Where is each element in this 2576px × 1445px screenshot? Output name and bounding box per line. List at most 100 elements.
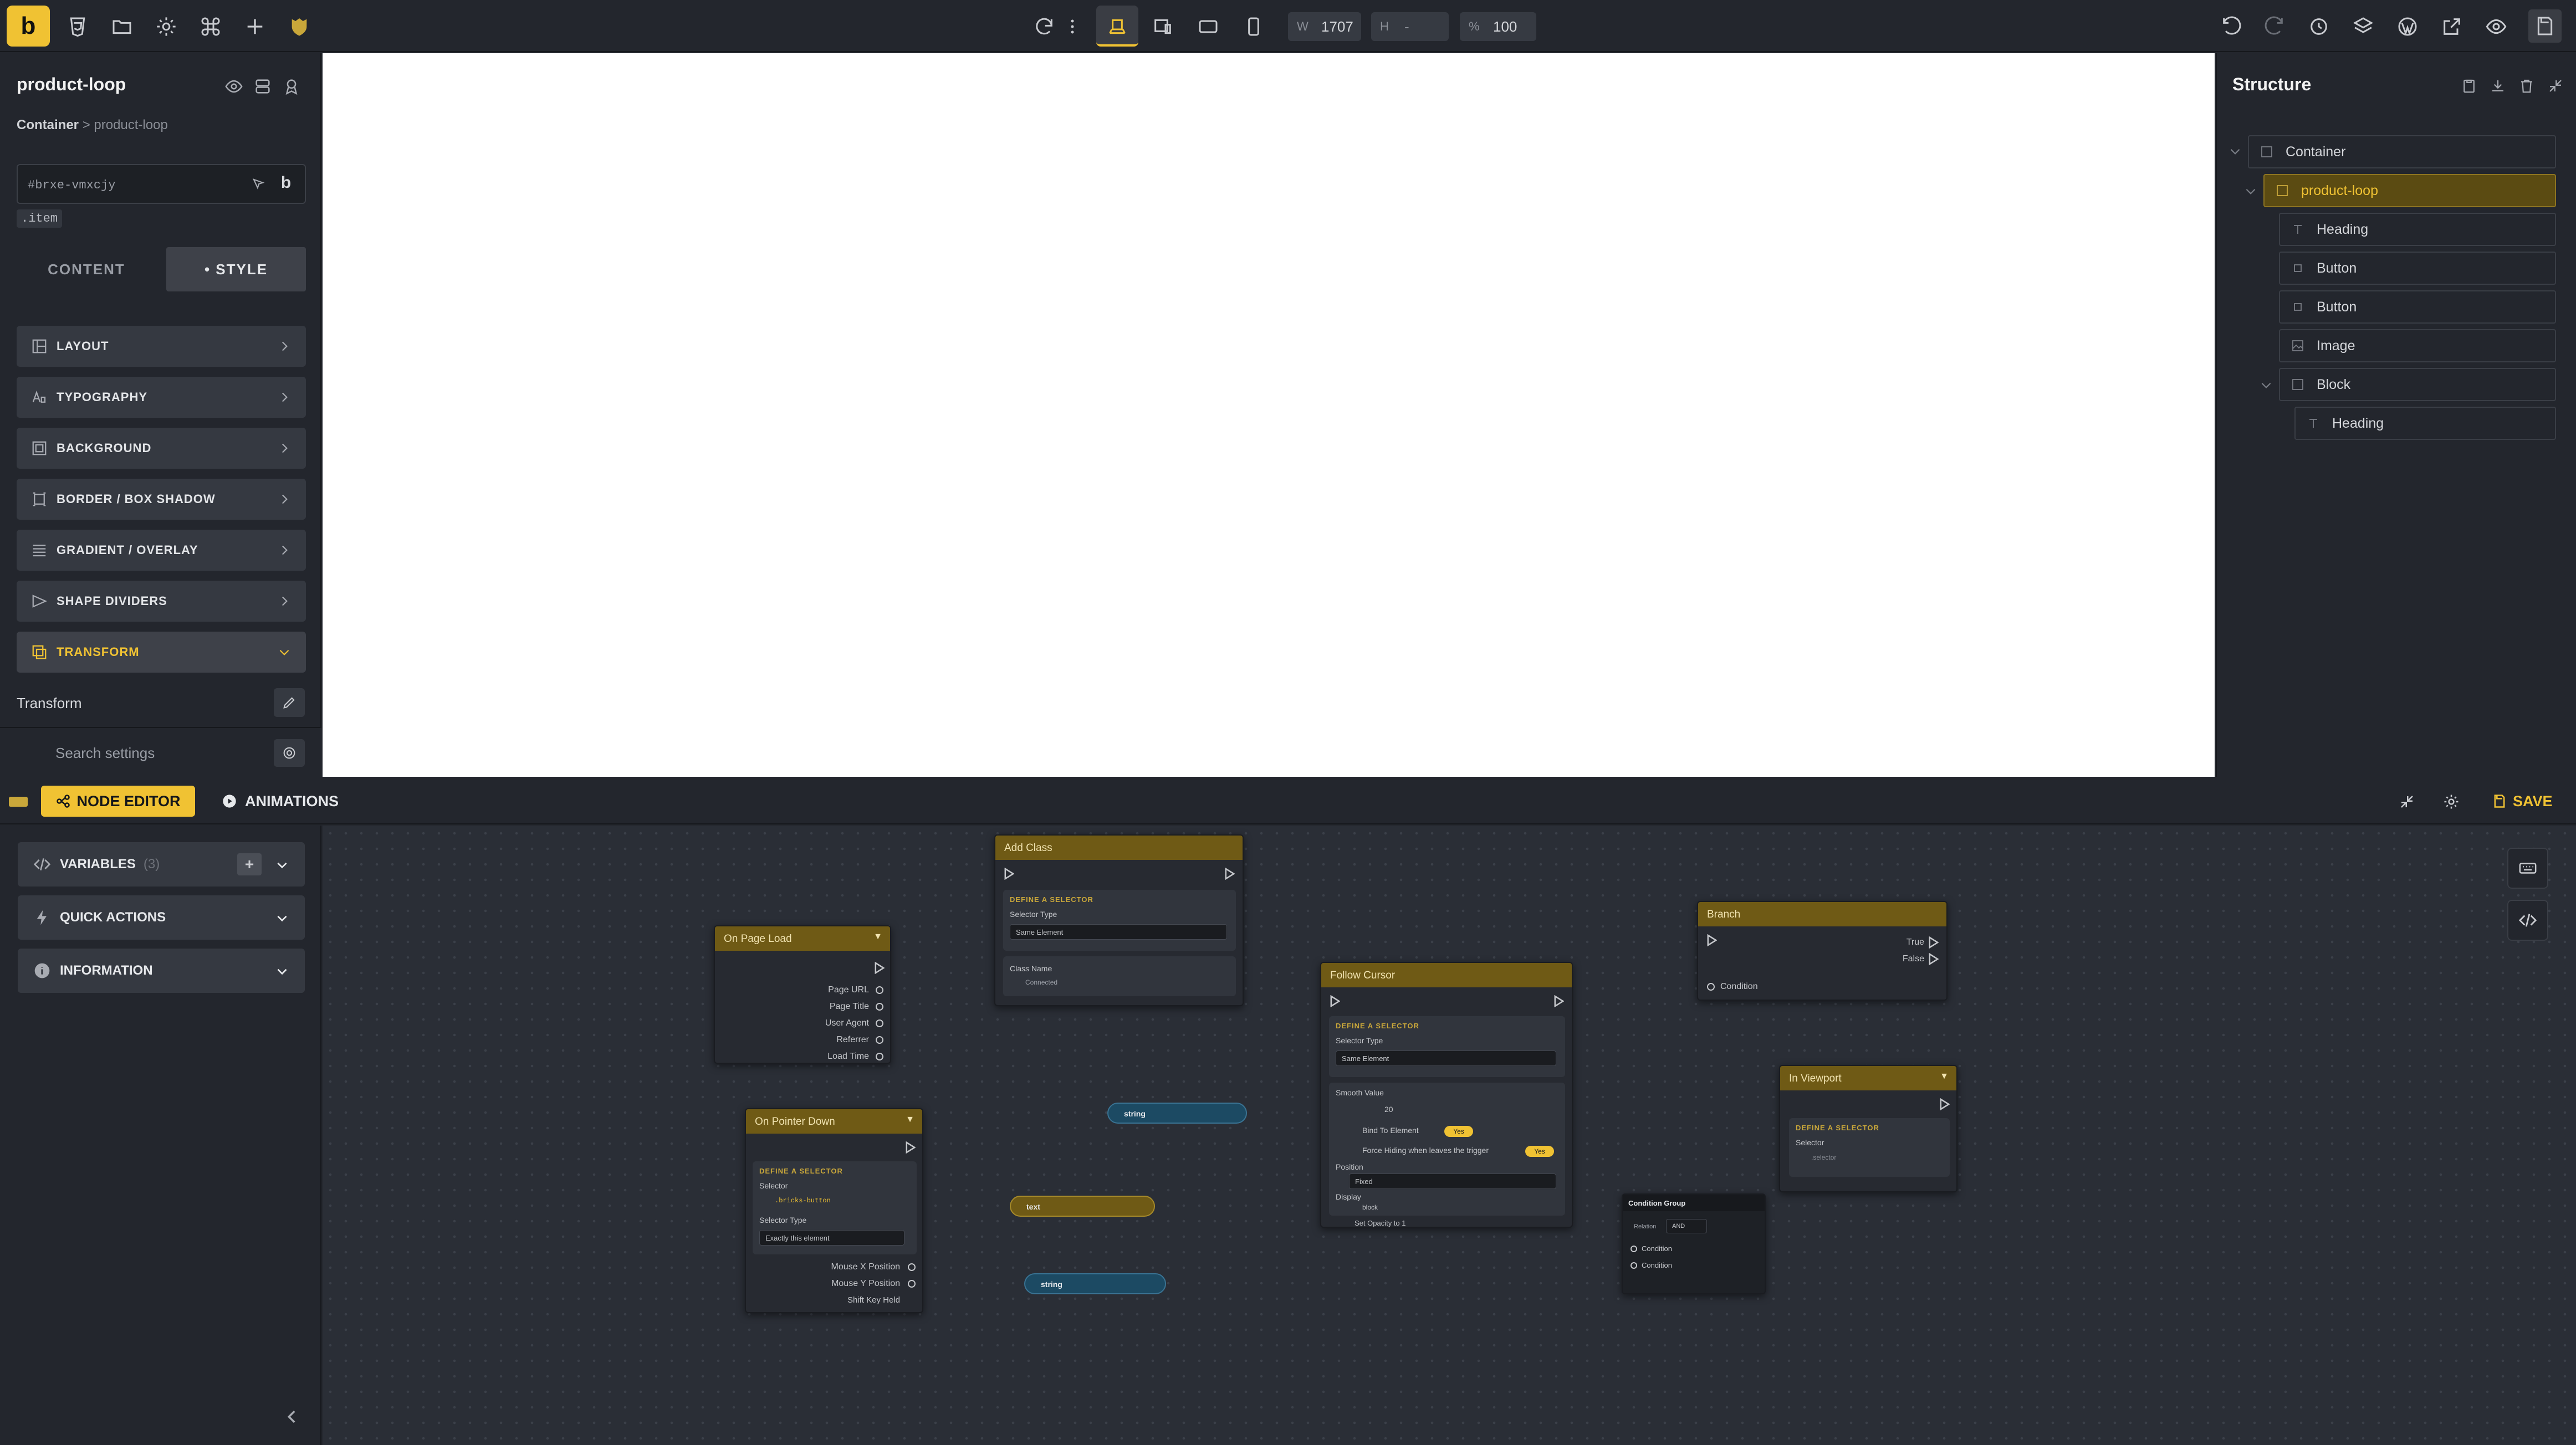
chevron-down-icon[interactable] — [2228, 144, 2242, 158]
badge-icon[interactable] — [280, 75, 303, 98]
tree-item-button[interactable]: Button — [2279, 252, 2556, 285]
keyboard-button[interactable] — [2507, 848, 2548, 889]
undo-icon[interactable] — [2218, 13, 2245, 40]
shield-icon[interactable] — [286, 13, 313, 40]
flow-true-icon[interactable] — [1929, 936, 1939, 949]
visibility-icon[interactable] — [223, 75, 245, 98]
section-border[interactable]: BORDER / BOX SHADOW — [17, 479, 306, 520]
node-header[interactable]: On Page Load ▼ — [715, 926, 890, 951]
string-node[interactable]: string — [1107, 1103, 1247, 1124]
tree-item-button[interactable]: Button — [2279, 290, 2556, 324]
node-header[interactable]: Branch — [1698, 902, 1946, 926]
wordpress-icon[interactable] — [2394, 13, 2421, 40]
canvas-width-field[interactable]: W 1707 — [1288, 12, 1361, 41]
node-on-pointer-down[interactable]: On Pointer Down ▼ DEFINE A SELECTOR Selec… — [745, 1108, 923, 1313]
laptop-breakpoint-icon[interactable] — [1149, 13, 1176, 40]
display-value[interactable]: block — [1362, 1203, 1378, 1211]
node-in-viewport[interactable]: In Viewport ▼ DEFINE A SELECTOR Selector … — [1779, 1065, 1957, 1192]
quick-actions-section[interactable]: QUICK ACTIONS — [18, 895, 305, 940]
node-branch[interactable]: Branch True False Condition — [1697, 901, 1948, 1001]
minimize-icon[interactable] — [2395, 790, 2419, 813]
section-typography[interactable]: TYPOGRAPHY — [17, 377, 306, 418]
relation-select[interactable]: AND — [1666, 1219, 1707, 1233]
node-editor-tab[interactable]: NODE EDITOR — [41, 786, 195, 817]
code-view-button[interactable] — [2507, 900, 2548, 941]
section-shape-dividers[interactable]: SHAPE DIVIDERS — [17, 581, 306, 622]
trash-icon[interactable] — [2515, 74, 2538, 98]
refresh-icon[interactable] — [1031, 13, 1057, 40]
flow-out-icon[interactable] — [1225, 868, 1235, 880]
condition-socket[interactable] — [1631, 1262, 1637, 1269]
desktop-breakpoint-icon[interactable] — [1104, 13, 1131, 40]
node-header[interactable]: Add Class — [995, 836, 1243, 860]
tree-item-image[interactable]: Image — [2279, 329, 2556, 362]
output-socket[interactable] — [876, 986, 883, 994]
node-condition-group[interactable]: Condition Group Relation AND Condition C… — [1622, 1193, 1766, 1294]
force-hiding-toggle[interactable]: Yes — [1525, 1146, 1554, 1157]
caret-down-icon[interactable]: ▼ — [906, 1115, 914, 1125]
node-follow-cursor[interactable]: Follow Cursor DEFINE A SELECTOR Selector… — [1320, 962, 1573, 1228]
tree-item-container[interactable]: Container — [2248, 135, 2556, 168]
variables-section[interactable]: VARIABLES (3) + — [18, 842, 305, 887]
database-icon[interactable] — [252, 75, 274, 98]
node-on-page-load[interactable]: On Page Load ▼ Page URL Page Title User A… — [714, 925, 891, 1064]
output-socket[interactable] — [876, 1036, 883, 1044]
caret-down-icon[interactable]: ▼ — [1940, 1072, 1949, 1082]
builder-canvas[interactable] — [323, 53, 2215, 777]
selector-type-select[interactable]: Same Element — [1010, 924, 1227, 940]
collapse-icon[interactable] — [2544, 74, 2567, 98]
download-icon[interactable] — [2486, 74, 2509, 98]
collapse-sidebar-icon[interactable] — [283, 1407, 301, 1426]
history-icon[interactable] — [2306, 13, 2332, 40]
selector-value[interactable]: .selector — [1811, 1154, 1836, 1161]
chevron-down-icon[interactable] — [2243, 184, 2258, 198]
settings-icon[interactable] — [153, 13, 180, 40]
smooth-value[interactable]: 20 — [1384, 1105, 1393, 1114]
tree-item-block[interactable]: Block — [2279, 368, 2556, 401]
animations-tab[interactable]: ANIMATIONS — [222, 786, 339, 817]
save-button[interactable]: SAVE — [2492, 786, 2553, 817]
tree-item-heading[interactable]: Heading — [2279, 213, 2556, 246]
output-socket[interactable] — [876, 1053, 883, 1060]
bind-toggle[interactable]: Yes — [1444, 1126, 1473, 1137]
condition-socket[interactable] — [1631, 1246, 1637, 1252]
section-layout[interactable]: LAYOUT — [17, 326, 306, 367]
node-editor-canvas[interactable]: On Page Load ▼ Page URL Page Title User A… — [323, 826, 2576, 1445]
flow-out-icon[interactable] — [906, 1141, 916, 1154]
tree-item-product-loop[interactable]: product-loop — [2263, 174, 2556, 207]
save-template-icon[interactable] — [2528, 9, 2562, 43]
preview-eye-icon[interactable] — [2483, 13, 2509, 40]
breadcrumb-parent[interactable]: Container — [17, 117, 79, 132]
caret-down-icon[interactable]: ▼ — [873, 932, 882, 942]
tree-item-heading[interactable]: Heading — [2294, 407, 2556, 440]
zoom-field[interactable]: % 100 — [1460, 12, 1536, 41]
selector-type-select[interactable]: Same Element — [1336, 1051, 1556, 1066]
flow-in-icon[interactable] — [1004, 868, 1014, 880]
section-gradient[interactable]: GRADIENT / OVERLAY — [17, 530, 306, 571]
cursor-icon[interactable] — [247, 173, 269, 195]
tab-content[interactable]: CONTENT — [17, 247, 156, 291]
flow-out-icon[interactable] — [1554, 995, 1564, 1007]
section-background[interactable]: BACKGROUND — [17, 428, 306, 469]
add-variable-button[interactable]: + — [237, 853, 262, 875]
flow-out-icon[interactable] — [875, 962, 885, 974]
flow-false-icon[interactable] — [1929, 953, 1939, 965]
folder-icon[interactable] — [109, 13, 135, 40]
chevron-down-icon[interactable] — [2259, 378, 2273, 392]
search-settings[interactable]: Search settings — [0, 727, 321, 777]
string-node[interactable]: string — [1024, 1273, 1166, 1294]
flow-in-icon[interactable] — [1707, 934, 1717, 946]
node-header[interactable]: In Viewport ▼ — [1780, 1066, 1956, 1090]
clipboard-icon[interactable] — [2457, 74, 2481, 98]
gear-icon[interactable] — [2440, 790, 2463, 813]
settings-gear-button[interactable] — [274, 739, 305, 767]
output-socket[interactable] — [908, 1280, 916, 1288]
more-icon[interactable] — [1064, 13, 1081, 40]
tablet-breakpoint-icon[interactable] — [1195, 13, 1221, 40]
node-add-class[interactable]: Add Class DEFINE A SELECTOR Selector Typ… — [994, 834, 1244, 1006]
flow-in-icon[interactable] — [1330, 995, 1340, 1007]
template-icon[interactable] — [64, 13, 91, 40]
flow-out-icon[interactable] — [1940, 1098, 1950, 1110]
canvas-height-field[interactable]: H - — [1371, 12, 1449, 41]
redo-icon[interactable] — [2261, 13, 2288, 40]
